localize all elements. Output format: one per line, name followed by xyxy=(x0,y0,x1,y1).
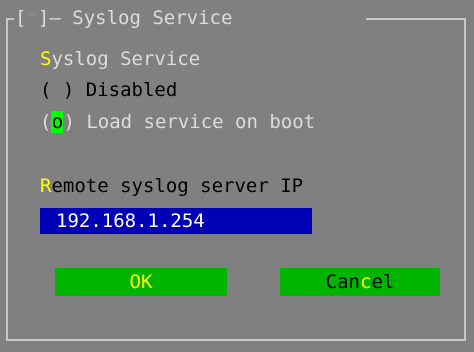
cancel-label-hotkey: c xyxy=(359,271,372,293)
close-icon[interactable]: * xyxy=(26,7,37,29)
cancel-label-pre: Can xyxy=(325,271,360,293)
remote-ip-label-hotkey: R xyxy=(40,175,52,197)
ok-button[interactable]: OK xyxy=(55,268,227,296)
remote-ip-label-text: emote syslog server IP xyxy=(51,175,304,197)
ok-button-label: OK xyxy=(129,271,153,293)
radio-disabled[interactable]: ( ) Disabled xyxy=(40,79,177,101)
cancel-label-post: el xyxy=(371,271,395,293)
radio-disabled-mark xyxy=(51,79,62,101)
title-bracket-close: ] xyxy=(37,7,50,29)
section-label: Syslog Service xyxy=(40,48,200,70)
syslog-dialog: [*]— Syslog Service Syslog Service ( ) D… xyxy=(0,0,474,352)
title-dash: — xyxy=(49,7,61,29)
title-bracket-open: [ xyxy=(15,7,27,29)
section-label-hotkey: S xyxy=(40,48,52,70)
remote-ip-input[interactable]: 192.168.1.254 xyxy=(40,208,312,234)
radio-disabled-label: Disabled xyxy=(85,79,178,101)
radio-load-on-boot-label: Load service on boot xyxy=(86,111,316,133)
window-title-bar: [*]— Syslog Service xyxy=(15,7,232,29)
window-title: Syslog Service xyxy=(72,7,233,29)
remote-ip-label: Remote syslog server IP xyxy=(40,175,303,197)
radio-load-on-boot[interactable]: (o) Load service on boot xyxy=(40,111,315,133)
cancel-button[interactable]: Cancel xyxy=(280,268,440,296)
section-label-text: yslog Service xyxy=(51,48,201,70)
radio-selected-mark: o xyxy=(51,111,64,133)
